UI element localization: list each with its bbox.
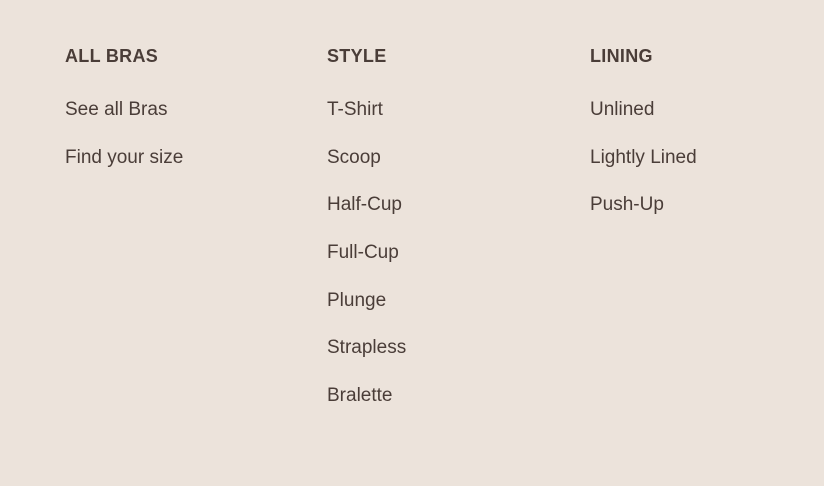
- list-item: Lightly Lined: [590, 146, 697, 194]
- menu-column-all-bras: ALL BRAS See all Bras Find your size: [65, 44, 183, 193]
- link-push-up[interactable]: Push-Up: [590, 194, 664, 215]
- link-list-all-bras: See all Bras Find your size: [65, 98, 183, 193]
- link-lightly-lined[interactable]: Lightly Lined: [590, 147, 697, 168]
- link-t-shirt[interactable]: T-Shirt: [327, 99, 383, 120]
- link-half-cup[interactable]: Half-Cup: [327, 194, 402, 215]
- list-item: Half-Cup: [327, 193, 406, 241]
- list-item: Full-Cup: [327, 241, 406, 289]
- column-heading-all-bras: ALL BRAS: [65, 46, 159, 66]
- list-item: Push-Up: [590, 193, 697, 241]
- link-unlined[interactable]: Unlined: [590, 99, 654, 120]
- link-scoop[interactable]: Scoop: [327, 147, 381, 168]
- list-item: Scoop: [327, 146, 406, 194]
- link-find-your-size[interactable]: Find your size: [65, 147, 183, 168]
- link-plunge[interactable]: Plunge: [327, 290, 386, 311]
- link-list-style: T-Shirt Scoop Half-Cup Full-Cup Plunge S…: [327, 98, 406, 432]
- link-full-cup[interactable]: Full-Cup: [327, 242, 399, 263]
- list-item: Unlined: [590, 98, 697, 146]
- list-item: Plunge: [327, 289, 406, 337]
- link-list-lining: Unlined Lightly Lined Push-Up: [590, 98, 697, 241]
- menu-column-style: STYLE T-Shirt Scoop Half-Cup Full-Cup Pl…: [327, 44, 406, 432]
- bras-mega-menu: ALL BRAS See all Bras Find your size STY…: [0, 0, 824, 486]
- link-bralette[interactable]: Bralette: [327, 385, 392, 406]
- link-strapless[interactable]: Strapless: [327, 337, 406, 358]
- list-item: T-Shirt: [327, 98, 406, 146]
- menu-column-lining: LINING Unlined Lightly Lined Push-Up: [590, 44, 697, 241]
- list-item: Bralette: [327, 384, 406, 432]
- column-heading-style: STYLE: [327, 46, 387, 66]
- list-item: See all Bras: [65, 98, 183, 146]
- column-heading-lining: LINING: [590, 46, 653, 66]
- link-see-all-bras[interactable]: See all Bras: [65, 99, 167, 120]
- list-item: Strapless: [327, 336, 406, 384]
- list-item: Find your size: [65, 146, 183, 194]
